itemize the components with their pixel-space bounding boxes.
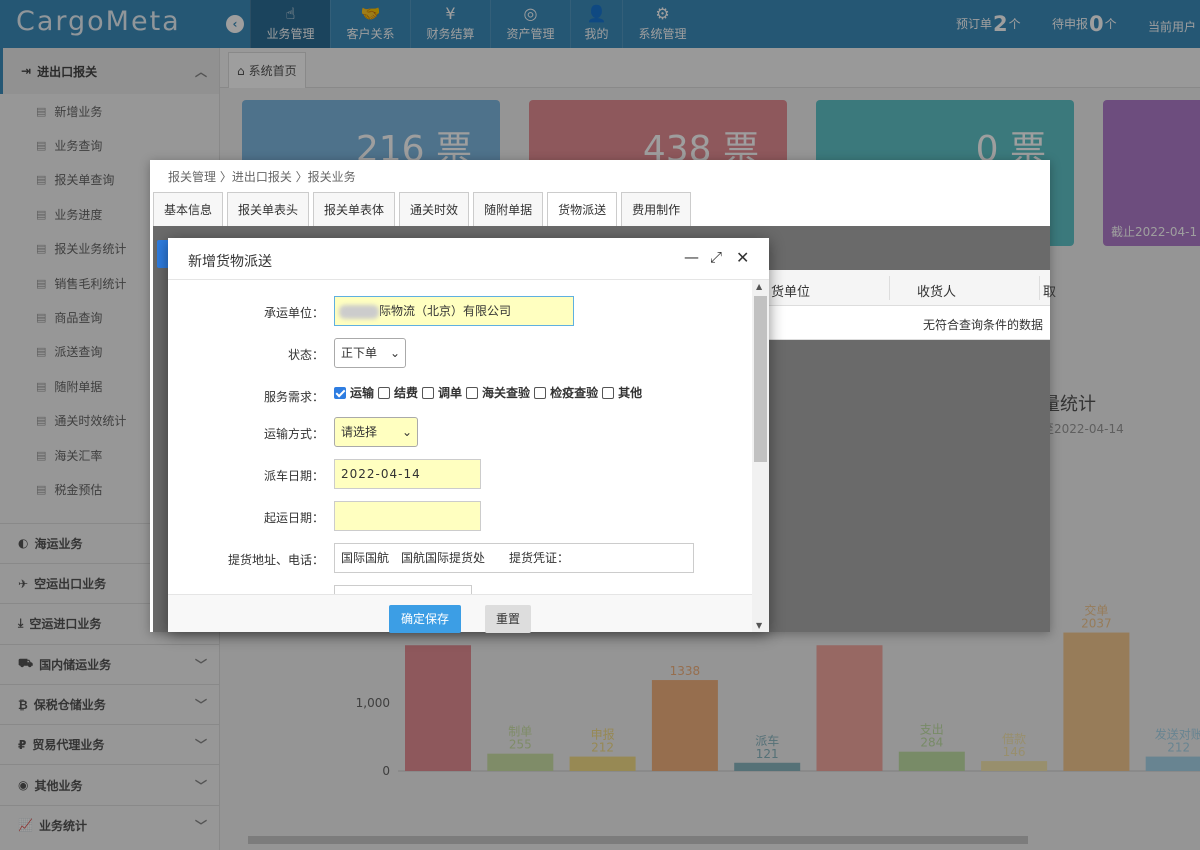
status-select[interactable]: 正下单 ⌄ [334, 338, 406, 368]
checkbox-label: 运输 [350, 386, 375, 400]
checkbox-label: 其他 [618, 386, 643, 400]
window-tab[interactable]: 基本信息 [153, 192, 224, 226]
carrier-label: 承运单位： [263, 306, 324, 320]
scroll-up-icon[interactable]: ▲ [756, 282, 762, 291]
checkbox-label: 检疫查验 [550, 386, 599, 400]
status-value: 正下单 [341, 346, 378, 360]
checkbox-label: 海关查验 [482, 386, 531, 400]
row-start-date: 起运日期： [168, 501, 752, 531]
window-tab[interactable]: 费用制作 [621, 192, 692, 226]
window-tabs: 基本信息 报关单表头 报关单表体 通关时效 随附单据 货物派送 费用制作 [153, 192, 695, 226]
window-tab[interactable]: 货物派送 [547, 192, 618, 226]
row-carrier: 承运单位： 际物流（北京）有限公司 [168, 296, 752, 326]
checkbox-icon [334, 386, 346, 399]
start-date-label: 起运日期： [263, 511, 324, 525]
chevron-down-icon: ⌄ [401, 425, 412, 439]
service-checkbox[interactable]: 其他 [602, 384, 642, 401]
service-checkboxes: 运输 结费 调单 海关查验 检疫查验 其他 [334, 384, 646, 401]
scrollbar-thumb[interactable] [754, 296, 767, 462]
checkbox-icon [422, 386, 435, 399]
row-transport: 运输方式： 请选择 ⌄ [168, 417, 752, 447]
start-date-input[interactable] [334, 501, 481, 531]
dialog-footer: 确定保存 重置 [168, 594, 752, 633]
empty-message: 无符合查询条件的数据 [923, 318, 1044, 332]
window-tab[interactable]: 报关单表体 [313, 192, 396, 226]
breadcrumb: 报关管理 〉进出口报关 〉报关业务 [168, 170, 356, 184]
chevron-down-icon: ⌄ [389, 346, 400, 360]
checkbox-label: 调单 [438, 386, 463, 400]
service-checkbox[interactable]: 调单 [422, 384, 462, 401]
scroll-down-icon[interactable]: ▼ [756, 621, 762, 630]
close-icon[interactable]: ✕ [736, 248, 749, 267]
pickup-input[interactable]: 国际国航 国航国际提货处 提货凭证： [334, 543, 694, 573]
dialog-scrollbar[interactable]: ▲ ▼ [752, 280, 769, 632]
row-service: 服务需求： 运输 结费 调单 海关查验 检疫查验 其他 [168, 380, 752, 410]
reset-button[interactable]: 重置 [485, 605, 531, 633]
dispatch-date-label: 派车日期： [263, 469, 324, 483]
next-field-partial[interactable] [334, 585, 472, 594]
window-tab[interactable]: 报关单表头 [227, 192, 310, 226]
carrier-value: 际物流（北京）有限公司 [379, 304, 512, 318]
service-label: 服务需求： [263, 390, 324, 404]
maximize-icon[interactable]: ⤢ [710, 248, 722, 266]
service-checkbox[interactable]: 结费 [378, 384, 418, 401]
transport-value: 请选择 [341, 425, 378, 439]
row-pickup: 提货地址、电话： 国际国航 国航国际提货处 提货凭证： [168, 543, 752, 573]
checkbox-icon [602, 386, 615, 399]
save-button[interactable]: 确定保存 [389, 605, 461, 633]
table-empty-row: 无符合查询条件的数据 [753, 306, 1050, 340]
col-header: 货单位 [771, 285, 811, 300]
dispatch-dialog: 新增货物派送 — ⤢ ✕ 承运单位： 际物流（北京）有限公司 状态： 正下单 ⌄ … [168, 238, 769, 633]
dialog-header: 新增货物派送 — ⤢ ✕ [168, 238, 769, 280]
checkbox-icon [466, 386, 479, 399]
redacted-blur [339, 304, 379, 319]
transport-label: 运输方式： [263, 427, 324, 441]
checkbox-icon [534, 386, 547, 399]
service-checkbox[interactable]: 海关查验 [466, 384, 530, 401]
dispatch-date-input[interactable]: 2022-04-14 [334, 459, 481, 489]
window-tab[interactable]: 通关时效 [399, 192, 470, 226]
window-tab[interactable]: 随附单据 [473, 192, 544, 226]
row-dispatch-date: 派车日期： 2022-04-14 [168, 459, 752, 489]
col-header: 收货人 [917, 285, 957, 300]
checkbox-icon [378, 386, 391, 399]
service-checkbox[interactable]: 检疫查验 [534, 384, 598, 401]
row-status: 状态： 正下单 ⌄ [168, 338, 752, 368]
transport-select[interactable]: 请选择 ⌄ [334, 417, 418, 447]
col-header: 取 [1043, 285, 1057, 300]
pickup-label: 提货地址、电话： [227, 553, 324, 567]
service-checkbox[interactable]: 运输 [334, 384, 374, 401]
dialog-title: 新增货物派送 [188, 254, 272, 270]
minimize-icon[interactable]: — [684, 248, 699, 266]
checkbox-label: 结费 [394, 386, 419, 400]
table-header: 货单位 收货人 取 [753, 270, 1056, 306]
status-label: 状态： [287, 348, 324, 362]
carrier-input[interactable]: 际物流（北京）有限公司 [334, 296, 574, 326]
